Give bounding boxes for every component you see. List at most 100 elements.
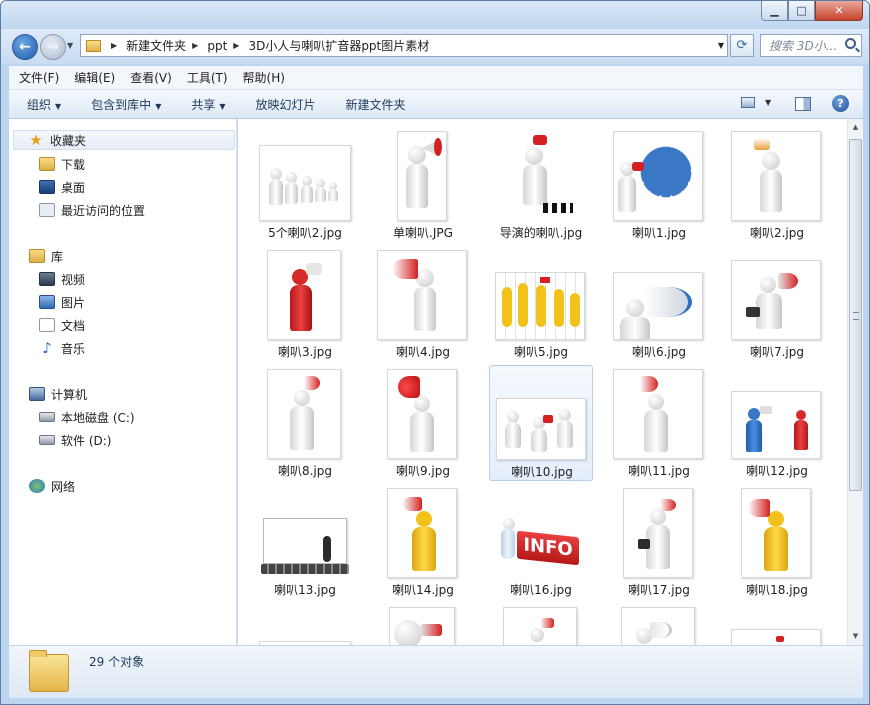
megaphone-icon <box>640 376 658 392</box>
file-thumbnail-partial[interactable] <box>503 607 577 645</box>
file-name: 喇叭18.jpg <box>746 583 808 597</box>
scrollbar-thumb[interactable] <box>849 139 862 491</box>
file-name: 喇叭13.jpg <box>274 583 336 597</box>
organize-button[interactable]: 组织 ▼ <box>27 96 61 113</box>
file-item[interactable]: 喇叭11.jpg <box>607 365 711 481</box>
file-thumbnail <box>267 369 341 459</box>
file-thumbnail <box>613 131 703 221</box>
nav-drive-c-label: 本地磁盘 (C:) <box>61 410 135 425</box>
star-icon: ★ <box>29 131 43 149</box>
file-item[interactable]: 喇叭7.jpg <box>725 246 829 362</box>
file-item[interactable]: 喇叭9.jpg <box>371 365 475 481</box>
file-item[interactable]: 喇叭3.jpg <box>253 246 357 362</box>
menu-file[interactable]: 文件(F) <box>19 69 59 86</box>
nav-videos[interactable]: 视频 <box>39 269 85 289</box>
slideshow-button[interactable]: 放映幻灯片 <box>256 96 316 113</box>
back-button[interactable]: ← <box>12 34 38 60</box>
menu-tools[interactable]: 工具(T) <box>187 69 228 86</box>
nav-documents[interactable]: 文档 <box>39 315 85 335</box>
address-bar[interactable]: ▶ 新建文件夹 ▶ ppt ▶ 3D小人与喇叭扩音器ppt图片素材 ▼ <box>80 34 728 57</box>
file-name: 喇叭1.jpg <box>631 226 687 240</box>
breadcrumb-ppt[interactable]: ppt <box>207 39 227 53</box>
file-item[interactable]: 喇叭8.jpg <box>253 365 357 481</box>
nav-favorites[interactable]: ★ 收藏夹 <box>13 130 235 150</box>
help-icon[interactable]: ? <box>832 95 849 112</box>
refresh-button[interactable]: ⟳ <box>730 34 754 57</box>
file-item[interactable]: 5个喇叭2.jpg <box>253 127 357 243</box>
file-item[interactable]: 喇叭4.jpg <box>371 246 475 362</box>
file-thumbnail-partial[interactable] <box>621 607 695 645</box>
file-item[interactable]: 喇叭5.jpg <box>489 246 593 362</box>
include-in-library-button[interactable]: 包含到库中 ▼ <box>91 96 161 113</box>
chevron-down-icon[interactable]: ▼ <box>718 41 724 50</box>
menu-view[interactable]: 查看(V) <box>130 69 172 86</box>
menu-edit[interactable]: 编辑(E) <box>74 69 115 86</box>
file-thumbnail <box>623 488 693 578</box>
megaphone-icon <box>543 415 553 423</box>
file-item[interactable]: 喇叭1.jpg <box>607 127 711 243</box>
file-item[interactable]: 喇叭14.jpg <box>371 484 475 600</box>
breadcrumb-new-folder[interactable]: 新建文件夹 <box>126 37 186 54</box>
file-item[interactable]: 喇叭2.jpg <box>725 127 829 243</box>
search-icon[interactable] <box>845 38 856 49</box>
file-item[interactable]: 喇叭18.jpg <box>725 484 829 600</box>
nav-downloads[interactable]: 下载 <box>39 154 85 174</box>
file-thumbnail <box>259 145 351 221</box>
preview-pane-icon[interactable] <box>795 97 811 111</box>
chevron-right-icon[interactable]: ▶ <box>111 41 117 50</box>
file-thumbnail <box>741 488 811 578</box>
file-thumbnail <box>259 516 351 578</box>
megaphone-icon <box>632 162 644 171</box>
nav-music[interactable]: ♪ 音乐 <box>39 338 85 358</box>
nav-libraries[interactable]: 库 <box>29 246 63 266</box>
menu-help[interactable]: 帮助(H) <box>243 69 285 86</box>
recent-pages-dropdown[interactable]: ▼ <box>67 41 73 50</box>
nav-drive-d-label: 软件 (D:) <box>61 433 112 448</box>
folder-icon <box>86 39 101 52</box>
file-thumbnail-partial[interactable] <box>389 607 455 645</box>
change-view-icon[interactable] <box>741 97 755 108</box>
file-item-selected[interactable]: 喇叭10.jpg <box>489 365 593 481</box>
file-thumbnail <box>731 391 821 459</box>
info-3d-text: INFO <box>517 530 579 566</box>
file-thumbnail-partial[interactable] <box>731 629 821 645</box>
nav-computer[interactable]: 计算机 <box>29 384 87 404</box>
maximize-button[interactable]: □ <box>788 1 815 21</box>
file-thumbnail: INFO <box>495 510 585 578</box>
hard-disk-icon <box>39 435 55 445</box>
nav-drive-c[interactable]: 本地磁盘 (C:) <box>39 407 135 427</box>
title-bar[interactable]: ▁ □ ✕ <box>1 1 869 29</box>
file-item[interactable]: 喇叭17.jpg <box>607 484 711 600</box>
nav-drive-d[interactable]: 软件 (D:) <box>39 430 111 450</box>
nav-pictures[interactable]: 图片 <box>39 292 85 312</box>
file-item[interactable]: 喇叭13.jpg <box>253 484 357 600</box>
chevron-right-icon[interactable]: ▶ <box>192 41 198 50</box>
forward-button[interactable]: → <box>40 34 66 60</box>
file-name: 单喇叭.JPG <box>393 226 453 240</box>
file-item[interactable]: 喇叭6.jpg <box>607 246 711 362</box>
scroll-up-arrow-icon[interactable]: ▲ <box>848 119 863 136</box>
nav-desktop[interactable]: 桌面 <box>39 177 85 197</box>
chevron-right-icon[interactable]: ▶ <box>233 41 239 50</box>
arrow-left-icon: ← <box>19 39 31 55</box>
close-button[interactable]: ✕ <box>815 1 863 21</box>
nav-network[interactable]: 网络 <box>29 476 75 496</box>
megaphone-icon <box>776 636 784 642</box>
new-folder-button[interactable]: 新建文件夹 <box>346 96 406 113</box>
scroll-down-arrow-icon[interactable]: ▼ <box>848 628 863 645</box>
minimize-button[interactable]: ▁ <box>761 1 788 21</box>
file-item[interactable]: 导演的喇叭.jpg <box>489 127 593 243</box>
file-item[interactable]: 单喇叭.JPG <box>371 127 475 243</box>
video-icon <box>39 272 55 286</box>
megaphone-icon <box>420 624 442 636</box>
file-thumbnail <box>495 272 585 340</box>
search-input[interactable]: 搜索 3D小... <box>760 34 862 57</box>
share-button[interactable]: 共享 ▼ <box>191 96 225 113</box>
chevron-down-icon[interactable]: ▼ <box>765 98 771 107</box>
vertical-scrollbar[interactable]: ▲ ▼ <box>847 119 863 645</box>
nav-recent-places[interactable]: 最近访问的位置 <box>39 200 145 220</box>
megaphone-icon <box>533 135 547 145</box>
file-item[interactable]: 喇叭12.jpg <box>725 365 829 481</box>
file-item[interactable]: INFO 喇叭16.jpg <box>489 484 593 600</box>
breadcrumb-current-folder[interactable]: 3D小人与喇叭扩音器ppt图片素材 <box>248 37 429 54</box>
